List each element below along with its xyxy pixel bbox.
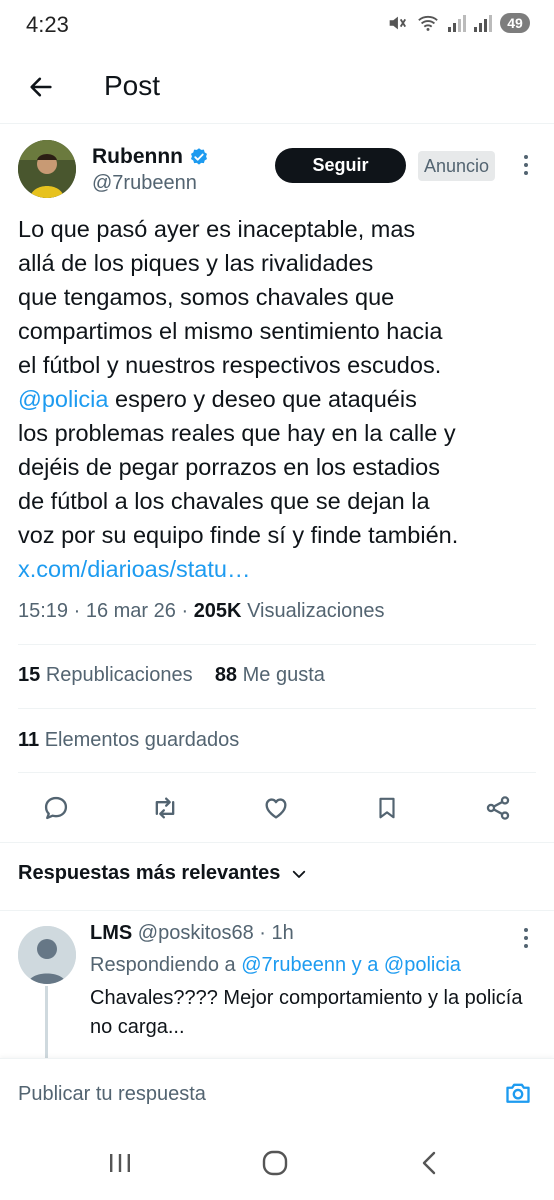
tweet-line: de fútbol a los chavales que se dejan la xyxy=(18,488,430,514)
views-label: Visualizaciones xyxy=(247,600,385,622)
more-options-icon[interactable] xyxy=(516,150,536,180)
tweet-line: voz por su equipo finde sí y finde tambi… xyxy=(18,522,459,548)
system-nav-bar xyxy=(0,1124,554,1200)
tweet-line: dejéis de pegar porrazos en los estadios xyxy=(18,454,440,480)
replies-sort-label: Respuestas más relevantes xyxy=(18,862,281,884)
reply-more-options-icon[interactable] xyxy=(516,926,536,950)
tweet-line: los problemas reales que hay en la calle… xyxy=(18,420,456,446)
like-button[interactable] xyxy=(260,792,292,824)
views-count: 205K xyxy=(193,600,242,622)
mute-icon xyxy=(389,16,407,30)
reply-header: LMS @poskitos68 · 1h xyxy=(90,922,294,944)
share-icon xyxy=(486,796,510,820)
reply-button[interactable] xyxy=(40,792,72,824)
recents-button[interactable] xyxy=(100,1148,140,1178)
thread-line xyxy=(45,986,48,1058)
reply-avatar[interactable] xyxy=(18,926,76,984)
chevron-down-icon xyxy=(293,870,306,878)
battery-level: 49 xyxy=(500,13,530,33)
reply-author-name[interactable]: LMS xyxy=(90,922,132,944)
post-time: 15:19 xyxy=(18,600,69,622)
reply-author-handle[interactable]: @poskitos68 xyxy=(138,922,254,944)
tweet-link[interactable]: x.com/diarioas/statu… xyxy=(18,552,538,586)
tweet-line: allá de los piques y las rivalidades xyxy=(18,250,374,276)
reposts-count: 15 xyxy=(18,664,41,686)
likes-stat[interactable]: 88 Me gusta xyxy=(215,664,325,686)
bookmarks-label: Elementos guardados xyxy=(44,729,240,751)
bookmarks-count: 11 xyxy=(18,729,40,751)
like-icon xyxy=(265,798,287,819)
tweet-line-mention: @policia espero y deseo que ataquéis xyxy=(18,382,538,416)
back-nav-button[interactable] xyxy=(410,1148,450,1178)
share-button[interactable] xyxy=(482,792,514,824)
replying-to-mention-1[interactable]: @7rubeenn xyxy=(241,954,346,976)
camera-icon xyxy=(506,1083,530,1103)
author-handle[interactable]: @7rubeenn xyxy=(92,172,197,195)
engagement-stats: 15 Republicaciones 88 Me gusta xyxy=(18,664,325,687)
likes-count: 88 xyxy=(214,664,238,686)
wifi-icon xyxy=(418,15,438,31)
author-name-row: Rubennn xyxy=(92,145,209,169)
home-icon xyxy=(262,1150,288,1176)
mention-link[interactable]: @policia xyxy=(18,386,108,412)
replies-sort-dropdown[interactable]: Respuestas más relevantes xyxy=(18,862,308,885)
replying-prefix: Respondiendo a xyxy=(90,954,236,976)
chevron-left-icon xyxy=(422,1151,436,1175)
author-name[interactable]: Rubennn xyxy=(92,145,183,169)
recents-icon xyxy=(110,1154,130,1172)
replying-to: Respondiendo a @7rubeenn y a @policia xyxy=(90,954,461,977)
reply-composer xyxy=(0,1058,554,1124)
reply-icon xyxy=(44,796,68,820)
reply-input[interactable] xyxy=(18,1083,458,1106)
avatar[interactable] xyxy=(18,140,76,198)
page-title: Post xyxy=(104,70,161,101)
back-button[interactable] xyxy=(22,68,60,106)
home-button[interactable] xyxy=(255,1148,295,1178)
replying-to-mention-2[interactable]: @policia xyxy=(384,954,461,976)
bookmark-icon xyxy=(379,797,395,819)
divider xyxy=(18,772,536,773)
divider xyxy=(0,910,554,911)
repost-button[interactable] xyxy=(149,792,181,824)
status-bar: 4:23 49 xyxy=(0,0,554,52)
repost-icon xyxy=(155,797,175,819)
divider xyxy=(18,708,536,709)
tweet-line-rest: espero y deseo que ataquéis xyxy=(108,386,417,412)
reposts-label: Republicaciones xyxy=(45,664,193,686)
status-time: 4:23 xyxy=(26,12,69,37)
tweet-line: Lo que pasó ayer es inaceptable, mas xyxy=(18,216,416,242)
divider xyxy=(18,644,536,645)
signal-icon-2 xyxy=(474,15,492,32)
follow-button[interactable]: Seguir xyxy=(275,148,406,183)
bookmark-button[interactable] xyxy=(371,792,403,824)
camera-button[interactable] xyxy=(500,1077,536,1109)
signal-icon xyxy=(448,15,466,32)
likes-label: Me gusta xyxy=(242,664,325,686)
tweet-line: compartimos el mismo sentimiento hacia xyxy=(18,318,443,344)
replying-and: y a xyxy=(351,954,379,976)
post-date: 16 mar 26 xyxy=(85,600,176,622)
reply-text: Chavales???? Mejor comportamiento y la p… xyxy=(90,987,523,1038)
arrow-left-icon xyxy=(30,77,52,97)
status-icons: 49 xyxy=(386,12,530,34)
tweet-line: el fútbol y nuestros respectivos escudos… xyxy=(18,352,442,378)
verified-badge-icon xyxy=(190,148,207,165)
tweet-line: que tengamos, somos chavales que xyxy=(18,284,395,310)
tweet-text: Lo que pasó ayer es inaceptable, mas all… xyxy=(18,212,538,586)
reposts-stat[interactable]: 15 Republicaciones xyxy=(18,664,193,686)
action-bar xyxy=(0,786,554,830)
header: Post xyxy=(0,52,554,124)
ad-badge: Anuncio xyxy=(418,151,496,181)
bookmarks-stat[interactable]: 11 Elementos guardados xyxy=(18,729,239,752)
post-meta: 15:19 · 16 mar 26 · 205K Visualizaciones xyxy=(18,600,385,622)
divider xyxy=(0,842,554,843)
reply-age: 1h xyxy=(271,922,294,944)
